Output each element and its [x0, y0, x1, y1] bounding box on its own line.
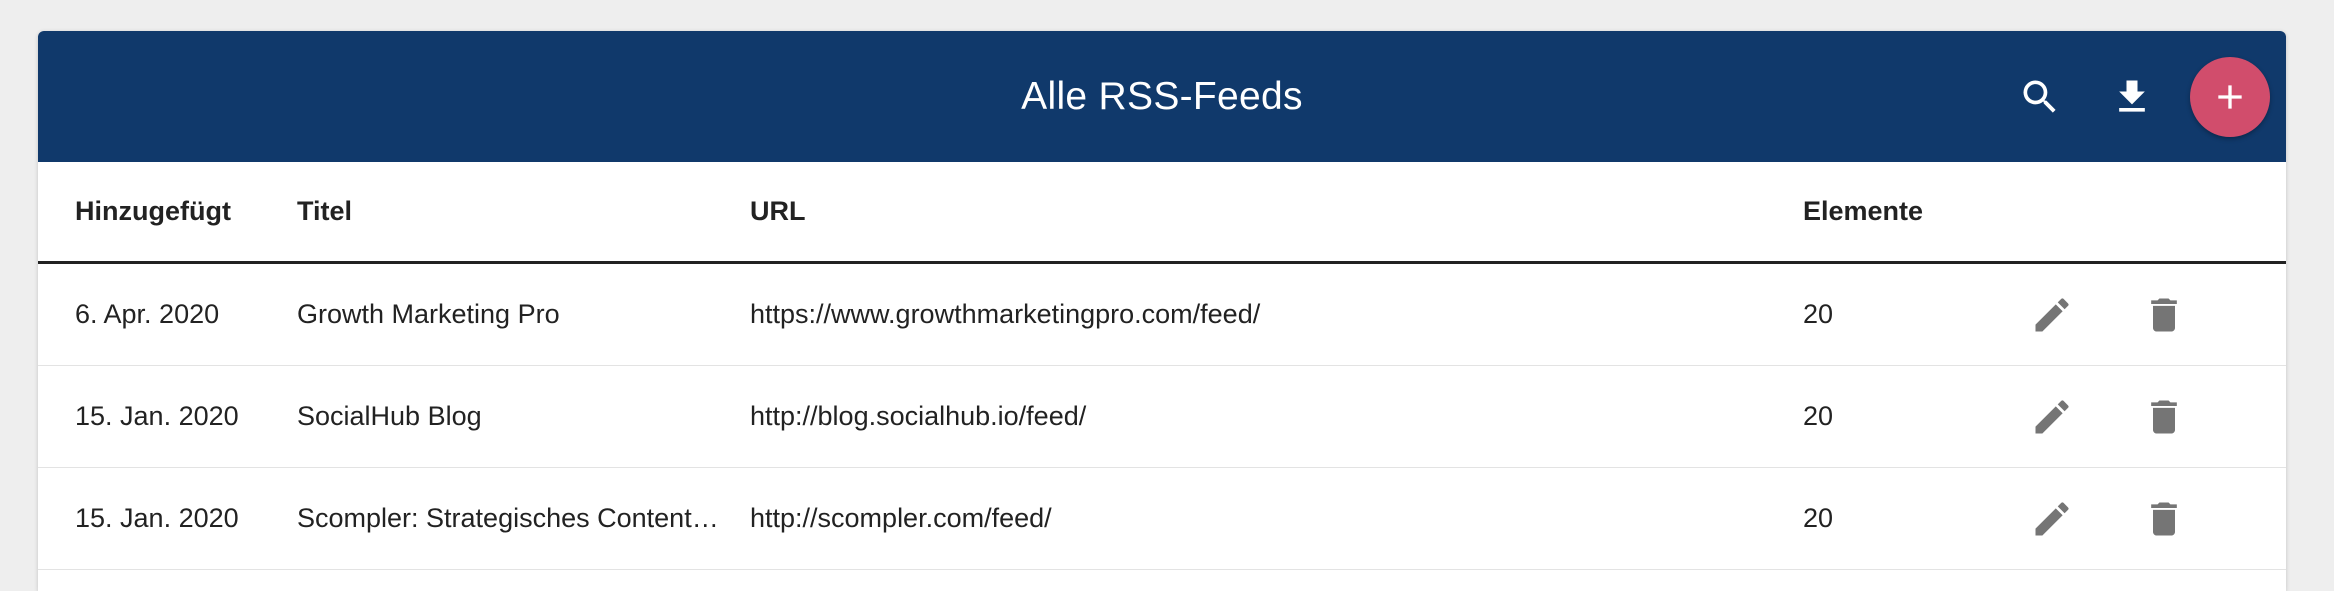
cell-url: https://www.growthmarketingpro.com/feed/ — [750, 262, 1803, 366]
delete-icon — [2151, 502, 2177, 535]
edit-icon — [2035, 399, 2069, 433]
cell-elements: 20 — [1803, 262, 2023, 366]
column-header-url[interactable]: URL — [750, 162, 1803, 264]
card-header: Alle RSS-Feeds — [38, 31, 2286, 162]
column-header-title[interactable]: Titel — [297, 162, 750, 264]
delete-button[interactable] — [2135, 490, 2193, 548]
cell-url: http://blog.socialhub.io/feed/ — [750, 365, 1803, 468]
edit-icon — [2035, 297, 2069, 331]
table-row[interactable]: 15. Jan. 2020 Scompler: Strategisches Co… — [38, 467, 2286, 570]
column-header-actions — [2023, 162, 2286, 264]
cell-title: Scompler: Strategisches Content… — [297, 467, 750, 570]
cell-actions — [2023, 262, 2286, 366]
cell-title: SocialHub Blog — [297, 365, 750, 468]
cell-actions — [2023, 467, 2286, 570]
download-button[interactable] — [2100, 65, 2164, 129]
cell-elements: 20 — [1803, 365, 2023, 468]
table-row[interactable]: 6. Apr. 2020 Growth Marketing Pro https:… — [38, 262, 2286, 366]
delete-button[interactable] — [2135, 286, 2193, 344]
cell-added: 15. Jan. 2020 — [38, 365, 297, 468]
plus-icon — [2218, 85, 2242, 109]
delete-button[interactable] — [2135, 388, 2193, 446]
column-header-added[interactable]: Hinzugefügt — [38, 162, 297, 264]
rss-feeds-card: Alle RSS-Feeds Hinzugefügt Titel URL Ele… — [38, 31, 2286, 591]
delete-icon — [2151, 400, 2177, 433]
page-title: Alle RSS-Feeds — [1021, 75, 1303, 118]
table-header-row: Hinzugefügt Titel URL Elemente — [38, 162, 2286, 264]
column-header-elements[interactable]: Elemente — [1803, 162, 2023, 264]
download-icon — [2119, 80, 2145, 112]
edit-button[interactable] — [2023, 388, 2081, 446]
edit-icon — [2035, 501, 2069, 535]
cell-url: http://scompler.com/feed/ — [750, 467, 1803, 570]
search-button[interactable] — [2008, 65, 2072, 129]
cell-added: 6. Apr. 2020 — [38, 262, 297, 366]
cell-title: Growth Marketing Pro — [297, 262, 750, 366]
edit-button[interactable] — [2023, 286, 2081, 344]
edit-button[interactable] — [2023, 490, 2081, 548]
cell-elements: 20 — [1803, 467, 2023, 570]
add-feed-button[interactable] — [2190, 57, 2270, 137]
cell-actions — [2023, 365, 2286, 468]
delete-icon — [2151, 298, 2177, 331]
feeds-table: Hinzugefügt Titel URL Elemente 6. Apr. 2… — [38, 162, 2286, 570]
table-row[interactable]: 15. Jan. 2020 SocialHub Blog http://blog… — [38, 365, 2286, 468]
cell-added: 15. Jan. 2020 — [38, 467, 297, 570]
search-icon — [2023, 80, 2056, 113]
